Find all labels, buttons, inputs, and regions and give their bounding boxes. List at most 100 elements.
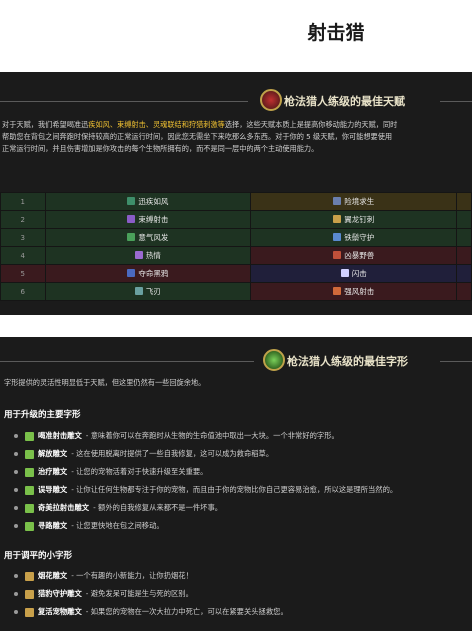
minor-glyphs-heading: 用于调平的小字形 bbox=[4, 551, 73, 561]
talent-cell[interactable]: 险境求生 bbox=[250, 192, 458, 211]
glyph-list-item: 解放雕文 - 这在使用脱离时提供了一些自我修复，这可以成为救命稻草。 bbox=[14, 445, 464, 463]
talent-cell[interactable]: 翼龙钉刺 bbox=[250, 210, 458, 229]
intro-highlight: 疾如风、束缚射击、灵魂联结和狩猎刺激等 bbox=[88, 120, 225, 129]
glyph-description: - 让你让任何生物都专注于你的宠物，而且由于你的宠物比你自己更容易治愈，所以这是… bbox=[71, 485, 398, 494]
talent-name[interactable]: 束缚射击 bbox=[138, 214, 168, 225]
glyph-description: - 一个有趣的小新能力，让你扔烟花！ bbox=[71, 571, 193, 580]
glyphs-section-title: 枪法猎人练级的最佳字形 bbox=[287, 355, 408, 368]
talent-icon bbox=[340, 269, 349, 278]
talent-table: 1 迅疾如风 险境求生 2 束缚射击 翼龙钉刺 3 意气风发 铁鬃守护 4 热情 凶暴野兽 5 夺命黑鸦 闪… bbox=[0, 192, 472, 301]
talent-level: 3 bbox=[0, 228, 46, 247]
talent-cell[interactable]: 铁鬃守护 bbox=[250, 228, 458, 247]
divider bbox=[0, 101, 248, 102]
talent-name[interactable]: 翼龙钉刺 bbox=[344, 214, 374, 225]
glyph-icon bbox=[25, 467, 34, 477]
talent-name[interactable]: 闪击 bbox=[352, 268, 367, 279]
talent-row: 1 迅疾如风 险境求生 bbox=[0, 192, 472, 211]
glyph-name[interactable]: 治疗雕文 bbox=[38, 467, 67, 477]
glyph-icon bbox=[25, 485, 34, 495]
bullet-icon bbox=[14, 470, 18, 474]
talent-icon bbox=[333, 215, 342, 224]
talents-panel: 枪法猎人练级的最佳天赋 对于天赋，我们希望喝准迅疾如风、束缚射击、灵魂联结和狩猎… bbox=[0, 72, 472, 315]
bullet-icon bbox=[14, 574, 18, 578]
bullet-icon bbox=[14, 592, 18, 596]
talent-level: 6 bbox=[0, 282, 46, 301]
glyph-icon bbox=[25, 431, 34, 441]
talent-icon bbox=[134, 287, 143, 296]
talent-cell[interactable]: 闪击 bbox=[250, 264, 458, 283]
page-title: 射击猎 bbox=[307, 22, 365, 44]
talent-cell[interactable]: 强风射击 bbox=[250, 282, 458, 301]
talent-level: 2 bbox=[0, 210, 46, 229]
talent-level: 1 bbox=[0, 192, 46, 211]
glyph-name[interactable]: 烟花雕文 bbox=[38, 571, 67, 581]
talent-row: 2 束缚射击 翼龙钉刺 bbox=[0, 210, 472, 229]
talent-row: 5 夺命黑鸦 闪击 bbox=[0, 264, 472, 283]
talent-cell-edge bbox=[456, 282, 472, 301]
talent-name[interactable]: 夺命黑鸦 bbox=[138, 268, 168, 279]
talent-cell-edge bbox=[456, 246, 472, 265]
talent-cell[interactable]: 凶暴野兽 bbox=[250, 246, 458, 265]
talent-icon bbox=[127, 215, 136, 224]
minor-glyph-list: 烟花雕文 - 一个有趣的小新能力，让你扔烟花！ 猎豹守护雕文 - 避免发呆可能是生… bbox=[14, 567, 464, 621]
talent-icon bbox=[333, 251, 342, 260]
talent-cell[interactable]: 热情 bbox=[44, 246, 252, 265]
glyphs-intro: 字形提供的灵活性明显低于天赋，但这里仍然有一些回旋余地。 bbox=[4, 378, 206, 387]
talents-intro: 对于天赋，我们希望喝准迅疾如风、束缚射击、灵魂联结和狩猎刺激等选择，这些天赋本质… bbox=[2, 119, 472, 155]
glyph-list-item: 寻路雕文 - 让您更快地在包之间移动。 bbox=[14, 517, 464, 535]
glyph-name[interactable]: 奇美拉射击雕文 bbox=[38, 503, 89, 513]
glyphs-panel: 枪法猎人练级的最佳字形 字形提供的灵活性明显低于天赋，但这里仍然有一些回旋余地。… bbox=[0, 337, 472, 631]
glyph-name[interactable]: 误导雕文 bbox=[38, 485, 67, 495]
talent-cell[interactable]: 迅疾如风 bbox=[44, 192, 252, 211]
talent-icon bbox=[333, 287, 342, 296]
talent-cell-edge bbox=[456, 210, 472, 229]
glyph-icon bbox=[25, 607, 34, 617]
talent-name[interactable]: 意气风发 bbox=[138, 232, 168, 243]
talent-cell[interactable]: 飞刃 bbox=[44, 282, 252, 301]
talent-cell[interactable]: 意气风发 bbox=[44, 228, 252, 247]
glyph-list-item: 误导雕文 - 让你让任何生物都专注于你的宠物，而且由于你的宠物比你自己更容易治愈… bbox=[14, 481, 464, 499]
talent-name[interactable]: 险境求生 bbox=[344, 196, 374, 207]
talent-icon bbox=[333, 233, 342, 242]
talent-name[interactable]: 热情 bbox=[146, 250, 161, 261]
bullet-icon bbox=[14, 524, 18, 528]
talent-cell[interactable]: 束缚射击 bbox=[44, 210, 252, 229]
glyph-description: - 让您更快地在包之间移动。 bbox=[71, 521, 164, 530]
glyph-icon bbox=[25, 449, 34, 459]
talent-name[interactable]: 凶暴野兽 bbox=[344, 250, 374, 261]
glyph-section-icon bbox=[263, 349, 285, 371]
glyph-description: - 如果您的宠物在一次大拉力中死亡，可以在紧要关头拯救您。 bbox=[85, 607, 288, 616]
talent-row: 4 热情 凶暴野兽 bbox=[0, 246, 472, 265]
talent-icon bbox=[134, 251, 143, 260]
intro-text: 正常运行时间，并且伤害增加是你攻击的每个生物所拥有的，而不是同一层中的两个主动使… bbox=[2, 144, 319, 153]
talent-level: 4 bbox=[0, 246, 46, 265]
talent-row: 3 意气风发 铁鬃守护 bbox=[0, 228, 472, 247]
glyph-list-item: 喝准射击雕文 - 意味着你可以在奔跑时从生物的生命值池中取出一大块。一个非常好的… bbox=[14, 427, 464, 445]
glyph-list-item: 猎豹守护雕文 - 避免发呆可能是生与死的区别。 bbox=[14, 585, 464, 603]
glyph-list-item: 烟花雕文 - 一个有趣的小新能力，让你扔烟花！ bbox=[14, 567, 464, 585]
talent-name[interactable]: 飞刃 bbox=[146, 286, 161, 297]
talent-cell-edge bbox=[456, 192, 472, 211]
glyph-name[interactable]: 寻路雕文 bbox=[38, 521, 67, 531]
talent-cell[interactable]: 夺命黑鸦 bbox=[44, 264, 252, 283]
glyph-description: - 避免发呆可能是生与死的区别。 bbox=[85, 589, 193, 598]
intro-text: 选择，这些天赋本质上是提高你移动能力的天赋，同时 bbox=[224, 120, 398, 129]
talent-icon bbox=[127, 197, 136, 206]
divider bbox=[0, 361, 254, 362]
major-glyphs-heading: 用于升级的主要字形 bbox=[4, 410, 81, 420]
talent-name[interactable]: 铁鬃守护 bbox=[344, 232, 374, 243]
glyph-name[interactable]: 解放雕文 bbox=[38, 449, 67, 459]
glyph-icon bbox=[25, 589, 34, 599]
talent-name[interactable]: 迅疾如风 bbox=[138, 196, 168, 207]
glyph-list-item: 奇美拉射击雕文 - 额外的自我修复从来都不是一件坏事。 bbox=[14, 499, 464, 517]
glyph-name[interactable]: 喝准射击雕文 bbox=[38, 431, 82, 441]
intro-text: 帮助您在背包之间奔跑时保持较高的正常运行时间，因此您无需坐下来吃那么多东西。对于… bbox=[2, 132, 393, 141]
glyph-description: - 意味着你可以在奔跑时从生物的生命值池中取出一大块。一个非常好的字形。 bbox=[85, 431, 339, 440]
talent-name[interactable]: 强风射击 bbox=[344, 286, 374, 297]
glyph-name[interactable]: 复活宠物雕文 bbox=[38, 607, 82, 617]
glyph-icon bbox=[25, 571, 34, 581]
glyph-icon bbox=[25, 521, 34, 531]
bullet-icon bbox=[14, 434, 18, 438]
bullet-icon bbox=[14, 506, 18, 510]
glyph-name[interactable]: 猎豹守护雕文 bbox=[38, 589, 82, 599]
